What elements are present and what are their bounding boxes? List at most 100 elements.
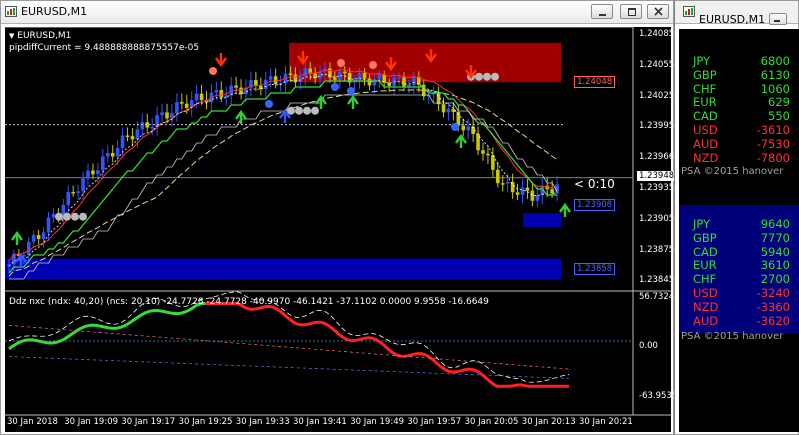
neutral-dot-marker [483,72,491,81]
up-arrow-icon [315,94,327,109]
candle-body [76,191,80,193]
up-arrow-icon [455,133,467,148]
candle-body [407,84,411,87]
candle-body [288,73,293,75]
candle-body [486,153,490,156]
signal-ma-line [8,73,558,267]
close-button[interactable] [647,4,669,19]
candle-body [515,192,520,195]
currency-code: GBP [693,67,717,82]
scale-label: 30 Jan 19:33 [235,417,290,427]
currency-value: 1060 [760,81,790,96]
main-window-titlebar[interactable]: EURUSD,M1 [1,1,673,24]
indicator-upper-band [8,325,570,370]
candle-body [130,136,135,140]
currency-row: AUD -3620 [679,313,799,328]
slow-ma-line [8,89,558,277]
chart-symbol-label: ▼ EURUSD,M1 [9,31,72,41]
support-dot-marker [331,83,339,91]
scale-label: 1.23845 [639,275,675,286]
neutral-dot-marker [475,72,483,81]
candle-body [194,93,199,101]
scale-label: 1.23966 [639,152,675,163]
scale-label: 30 Jan 20:05 [464,417,519,427]
indicator-lower-band [8,356,570,379]
candle-body [101,156,105,171]
currency-code: JPY [693,54,711,68]
candle-body [36,235,41,239]
candle-body [175,102,179,114]
candle-body [510,182,515,193]
candle-body [214,90,219,93]
indicator-red-line [205,302,569,388]
currency-value: 5940 [760,244,790,259]
candle-body [491,155,495,170]
currency-code: CAD [693,244,718,259]
candle-body [160,112,164,116]
info-line: pipdiffCurrent = 9.488888888875557e-05 [9,43,200,53]
candle-body [402,77,406,87]
currency-row: GBP 6130 [679,67,799,82]
up-arrow-icon [559,202,571,217]
candle-body [86,170,90,179]
currency-code: NZD [693,299,719,314]
candle-body [481,150,485,154]
main-chart-window[interactable]: EURUSD,M1 ▼ EURUSD,M1 pipdiffCurrent = 9… [0,0,677,435]
neutral-dot-marker [55,212,63,221]
currency-value: -3360 [756,299,790,314]
indicator-green-line [8,302,209,351]
currency-row: CHF 1060 [679,81,799,96]
candle-body [525,187,530,191]
close-icon [654,7,663,16]
currency-code: AUD [693,136,719,151]
candle-body [446,108,451,113]
candle-body [31,235,36,242]
currency-value: -7530 [756,136,790,151]
price-chart-area[interactable]: ▼ EURUSD,M1 pipdiffCurrent = 9.488888888… [5,27,677,432]
candle-body [520,187,525,195]
neutral-dot-marker [303,106,311,115]
indicator-label: Ddz nxc (ndx: 40,20) (ncs: 20,10) -24.77… [9,297,489,307]
minimize-button[interactable] [591,4,613,19]
scale-label: 1.23995 [639,121,675,132]
currency-value: -3620 [756,313,790,328]
copyright-footer-1: PSA ©2015 hanover [681,166,784,177]
candle-body [372,79,377,86]
candle-body [125,135,130,137]
currency-row: EUR 3610 [679,258,799,273]
scale-label: 1.23935 [639,183,675,193]
scale-label: 0.00 [639,341,658,351]
side-window-titlebar[interactable]: EURUSD,M1 [675,1,798,26]
scale-label: -63.9535 [639,391,678,401]
candle-body [165,112,169,119]
currency-code: NZD [693,150,719,165]
main-window-title: EURUSD,M1 [21,5,88,18]
up-arrow-icon [11,230,23,245]
currency-row: JPY 9640 [679,217,799,231]
currency-strength-block-2: JPY 9640 GBP 7770 CAD 5940 EUR 3610 CHF 2700 USD -3… [679,205,799,333]
candle-body [342,71,347,74]
minimize-icon [774,20,780,22]
candle-body [120,135,125,148]
side-minimize-button[interactable] [769,13,787,25]
candle-body [51,214,56,218]
candle-body [110,152,115,157]
side-window[interactable]: EURUSD,M1 JPY 6800 GBP 6130 CHF 1060 EUR 629 CAD… [674,0,799,435]
scale-label: 30 Jan 19:57 [407,417,462,427]
chart-canvas[interactable] [5,27,671,432]
neutral-dot-marker [79,212,87,221]
scale-label: 1.23875 [639,244,675,255]
currency-value: 6130 [760,67,790,82]
support-dot-marker [347,87,355,95]
candle-body [239,87,243,95]
scale-label: 56.7324 [639,292,675,302]
candle-body [155,115,159,127]
resistance-dot-marker [337,59,345,67]
scale-label: 1.23908 [574,199,616,211]
currency-value: 3610 [760,258,790,273]
maximize-button[interactable] [620,4,642,19]
scale-label: 30 Jan 19:09 [64,417,119,427]
currency-row: GBP 7770 [679,231,799,245]
scale-label: 30 Jan 20:13 [521,417,576,427]
currency-value: -3610 [756,123,790,137]
